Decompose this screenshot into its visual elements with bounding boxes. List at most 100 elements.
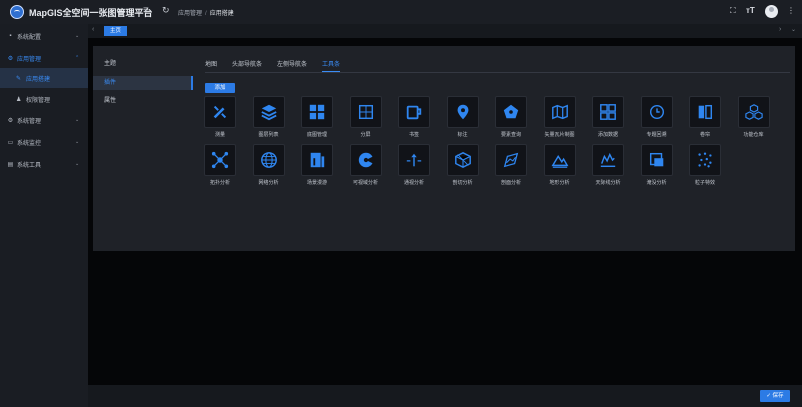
tool-label: 网络分析 bbox=[258, 180, 279, 186]
add-data-icon[interactable] bbox=[592, 96, 624, 128]
terrain-icon[interactable] bbox=[543, 144, 576, 176]
tool-tile[interactable]: 测量 bbox=[201, 96, 239, 142]
tool-tile[interactable]: 淹没分析 bbox=[638, 144, 676, 190]
more-vertical-icon[interactable]: ⋮ bbox=[787, 6, 795, 15]
tool-label: 卷帘 bbox=[699, 132, 710, 138]
tool-tile[interactable]: 天际线分析 bbox=[589, 144, 627, 190]
tool-tile[interactable]: 拓扑分析 bbox=[201, 144, 239, 190]
tool-tile[interactable]: 地形分析 bbox=[541, 144, 579, 190]
tool-tile[interactable]: 专题回溯 bbox=[638, 96, 676, 142]
grid-icon: ▪ bbox=[9, 33, 12, 39]
tab-strip: ‹ 主页 › ⌄ bbox=[88, 24, 802, 38]
save-button[interactable]: ✓ 保存 bbox=[760, 390, 790, 402]
layers-icon[interactable] bbox=[252, 96, 285, 128]
chevron-down-icon: ⌄ bbox=[75, 117, 80, 123]
split-screen-icon[interactable] bbox=[349, 96, 382, 128]
breadcrumb-current: 应用搭建 bbox=[209, 11, 234, 17]
sidebar-item-system-tools[interactable]: ▤ 系统工具 ⌄ bbox=[0, 154, 88, 174]
tool-label: 要素查询 bbox=[500, 132, 521, 138]
monitor-icon: ▭ bbox=[7, 139, 14, 146]
tab-toolbar[interactable]: 工具条 bbox=[322, 60, 341, 72]
font-size-icon[interactable]: ᴛT bbox=[746, 6, 755, 15]
line-of-sight-icon[interactable] bbox=[398, 144, 430, 176]
chevron-right-icon[interactable]: › bbox=[779, 26, 781, 33]
tool-label: 专题回溯 bbox=[646, 132, 667, 138]
sidebar-item-system-config[interactable]: ▪ 系统配置 ⌄ bbox=[0, 26, 88, 46]
config-category-list: 主题 插件 属性 bbox=[93, 46, 193, 251]
add-button[interactable]: 添加 bbox=[205, 83, 235, 93]
refresh-icon[interactable]: ↻ bbox=[162, 5, 170, 16]
edit-icon: ✎ bbox=[16, 75, 22, 82]
breadcrumb-item[interactable]: 应用管理 bbox=[178, 11, 202, 17]
tool-tile[interactable]: 功能仓库 bbox=[735, 96, 773, 142]
tab-home[interactable]: 主页 bbox=[104, 26, 128, 36]
tool-tile[interactable]: 要素查询 bbox=[492, 96, 530, 142]
swipe-icon[interactable] bbox=[689, 96, 721, 128]
tool-tile[interactable]: 分屏 bbox=[347, 96, 385, 142]
viewshed-icon[interactable] bbox=[349, 144, 382, 176]
chevron-left-icon[interactable]: ‹ bbox=[92, 26, 94, 33]
tool-label: 场景漫游 bbox=[306, 180, 327, 186]
category-theme[interactable]: 主题 bbox=[93, 57, 193, 71]
globe-icon[interactable] bbox=[252, 144, 285, 176]
sidebar-item-label: 系统配置 bbox=[17, 34, 42, 41]
cut-icon[interactable] bbox=[446, 144, 479, 176]
category-plugin[interactable]: 插件 bbox=[93, 76, 193, 90]
tool-tile[interactable]: 底图管理 bbox=[298, 96, 336, 142]
logo-icon bbox=[10, 5, 24, 19]
tab-header-nav[interactable]: 头部导航条 bbox=[232, 60, 262, 72]
tool-tile[interactable]: 矢量瓦片制图 bbox=[541, 96, 579, 142]
fullscreen-icon[interactable]: ⛶ bbox=[730, 6, 736, 16]
skyline-icon[interactable] bbox=[592, 144, 624, 176]
pentagon-icon[interactable] bbox=[495, 96, 527, 128]
chevron-down-icon: ⌄ bbox=[75, 161, 80, 167]
sidebar-item-label: 系统管理 bbox=[17, 118, 42, 125]
sidebar-item-system-management[interactable]: ⚙ 系统管理 ⌄ bbox=[0, 110, 88, 130]
tab-divider bbox=[205, 72, 790, 73]
topology-icon[interactable] bbox=[204, 144, 236, 176]
sidebar-subitem-app-build[interactable]: ✎ 应用搭建 bbox=[0, 68, 88, 88]
chevron-up-icon: ⌃ bbox=[75, 55, 80, 61]
breadcrumb-separator: / bbox=[205, 11, 207, 17]
cubes-icon[interactable] bbox=[737, 96, 770, 128]
particles-icon[interactable] bbox=[689, 144, 721, 176]
tool-tile[interactable]: 剖面分析 bbox=[492, 144, 530, 190]
map-icon[interactable] bbox=[543, 96, 576, 128]
measure-icon[interactable] bbox=[204, 96, 236, 128]
basemap-icon[interactable] bbox=[301, 96, 333, 128]
sidebar-item-system-monitor[interactable]: ▭ 系统监控 ⌄ bbox=[0, 132, 88, 152]
flood-icon[interactable] bbox=[640, 144, 673, 176]
chevron-down-icon[interactable]: ⌄ bbox=[791, 26, 796, 33]
user-icon: ♟ bbox=[16, 96, 22, 103]
tab-left-nav[interactable]: 左侧导航条 bbox=[277, 60, 307, 72]
marker-icon[interactable] bbox=[446, 96, 479, 128]
category-property[interactable]: 属性 bbox=[93, 94, 193, 108]
tool-tile[interactable]: 场景漫游 bbox=[298, 144, 336, 190]
tool-tile[interactable]: 可视域分析 bbox=[347, 144, 385, 190]
menu-fold-icon[interactable]: ≡ bbox=[143, 5, 149, 16]
sidebar-item-app-management[interactable]: ⚙ 应用管理 ⌃ bbox=[0, 48, 88, 68]
tool-label: 淹没分析 bbox=[646, 180, 667, 186]
tool-tile[interactable]: 通视分析 bbox=[395, 144, 433, 190]
tool-tile[interactable]: 剖切分析 bbox=[444, 144, 482, 190]
tab-map[interactable]: 地图 bbox=[205, 60, 217, 72]
tool-tile[interactable]: 粒子特效 bbox=[686, 144, 724, 190]
config-panel: 主题 插件 属性 地图 头部导航条 左侧导航条 工具条 添加 测量 图层列表 底图管… bbox=[93, 46, 795, 251]
tool-tile[interactable]: 添加数据 bbox=[589, 96, 627, 142]
tool-tile[interactable]: 网络分析 bbox=[250, 144, 288, 190]
chevron-down-icon: ⌄ bbox=[75, 139, 80, 145]
tool-tile[interactable]: 卷帘 bbox=[686, 96, 724, 142]
tool-label: 可视域分析 bbox=[352, 180, 378, 186]
history-icon[interactable] bbox=[640, 96, 673, 128]
scene-icon[interactable] bbox=[301, 144, 333, 176]
tool-tile[interactable]: 图层列表 bbox=[250, 96, 288, 142]
sidebar-subitem-permission[interactable]: ♟ 权限管理 bbox=[0, 89, 88, 109]
toolbox-icon: ▤ bbox=[7, 161, 14, 168]
bookmark-icon[interactable] bbox=[398, 96, 430, 128]
tool-tile[interactable]: 标注 bbox=[444, 96, 482, 142]
profile-icon[interactable] bbox=[495, 144, 527, 176]
avatar[interactable] bbox=[765, 5, 778, 18]
footer-bar: ✓ 保存 bbox=[88, 385, 802, 407]
tool-label: 标注 bbox=[457, 132, 468, 138]
tool-tile[interactable]: 书签 bbox=[395, 96, 433, 142]
